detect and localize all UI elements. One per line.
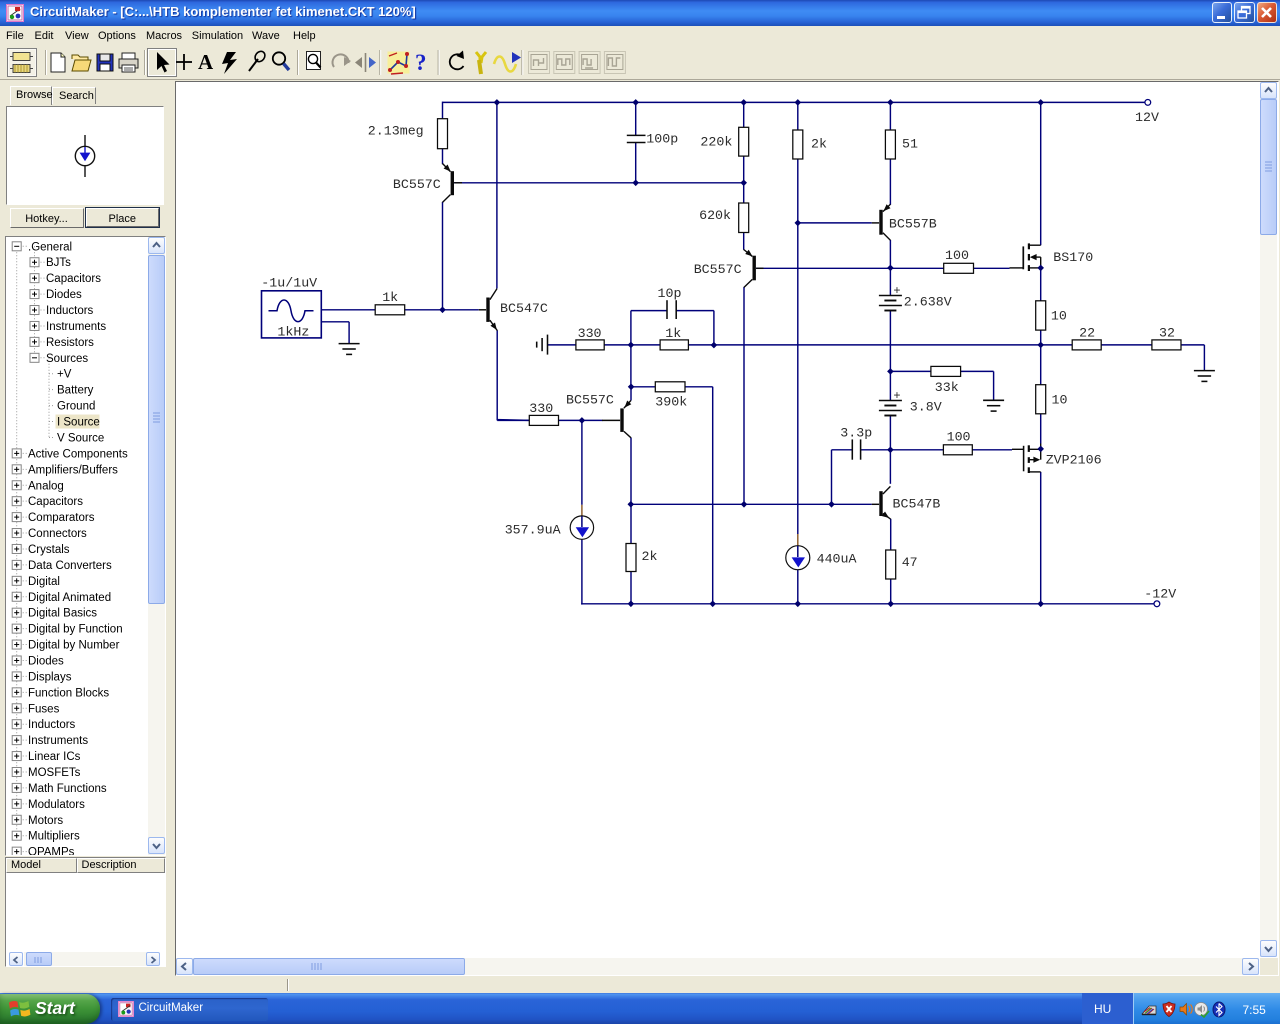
svg-text:Digital by Function: Digital by Function — [28, 623, 123, 635]
svg-text:V Source: V Source — [57, 432, 104, 444]
svg-text:1kHz: 1kHz — [277, 325, 309, 340]
svg-text:Digital Animated: Digital Animated — [28, 591, 111, 603]
svg-text:BC557C: BC557C — [694, 262, 742, 277]
svg-text:Diodes: Diodes — [28, 655, 64, 667]
svg-text:Connectors: Connectors — [28, 528, 87, 540]
svg-text:Crystals: Crystals — [28, 543, 70, 555]
svg-text:Amplifiers/Buffers: Amplifiers/Buffers — [28, 464, 118, 476]
svg-text:100: 100 — [945, 248, 969, 263]
svg-text:Resistors: Resistors — [46, 336, 94, 348]
svg-text:Instruments: Instruments — [46, 320, 106, 332]
svg-text:BC547B: BC547B — [893, 496, 941, 511]
svg-text:12V: 12V — [1135, 110, 1159, 125]
svg-text:357.9uA: 357.9uA — [505, 522, 561, 537]
svg-text:Displays: Displays — [28, 671, 72, 683]
svg-text:Linear ICs: Linear ICs — [28, 751, 81, 763]
svg-text:Data Converters: Data Converters — [28, 559, 112, 571]
svg-text:.General: .General — [28, 241, 72, 253]
svg-text:620k: 620k — [699, 208, 731, 223]
svg-text:Fuses: Fuses — [28, 703, 60, 715]
svg-text:Digital Basics: Digital Basics — [28, 607, 97, 619]
svg-text:Capacitors: Capacitors — [28, 496, 83, 508]
svg-text:Digital: Digital — [28, 575, 60, 587]
svg-text:2.13meg: 2.13meg — [368, 124, 424, 139]
svg-text:47: 47 — [902, 555, 918, 570]
svg-text:Sources: Sources — [46, 352, 88, 364]
svg-text:1k: 1k — [382, 290, 398, 305]
svg-text:100p: 100p — [646, 132, 678, 147]
svg-text:1k: 1k — [665, 326, 681, 341]
svg-text:Diodes: Diodes — [46, 289, 82, 301]
svg-text:330: 330 — [529, 401, 553, 416]
svg-text:10: 10 — [1051, 309, 1067, 324]
svg-text:BC557C: BC557C — [566, 392, 614, 407]
svg-text:BS170: BS170 — [1053, 250, 1093, 265]
svg-text:Modulators: Modulators — [28, 798, 85, 810]
svg-text:100: 100 — [947, 430, 971, 445]
svg-text:I Source: I Source — [57, 416, 100, 428]
svg-text:-1u/1uV: -1u/1uV — [261, 276, 317, 291]
svg-text:BC547C: BC547C — [500, 301, 548, 316]
svg-text:Multipliers: Multipliers — [28, 830, 80, 842]
svg-text:BJTs: BJTs — [46, 257, 71, 269]
svg-text:220k: 220k — [700, 135, 732, 150]
svg-text:Math Functions: Math Functions — [28, 782, 107, 794]
svg-text:2k: 2k — [811, 136, 827, 151]
svg-text:3.8V: 3.8V — [910, 400, 942, 415]
svg-text:Motors: Motors — [28, 814, 63, 826]
svg-text:2k: 2k — [642, 549, 658, 564]
svg-text:Comparators: Comparators — [28, 512, 95, 524]
svg-text:Ground: Ground — [57, 400, 95, 412]
svg-text:390k: 390k — [655, 394, 687, 409]
svg-text:Digital by Number: Digital by Number — [28, 639, 120, 651]
svg-text:3.3p: 3.3p — [840, 426, 872, 441]
svg-text:Inductors: Inductors — [28, 719, 76, 731]
svg-text:Instruments: Instruments — [28, 735, 88, 747]
svg-text:+: + — [893, 284, 900, 298]
svg-text:MOSFETs: MOSFETs — [28, 766, 81, 778]
svg-text:+V: +V — [57, 368, 72, 380]
svg-text:Battery: Battery — [57, 384, 94, 396]
svg-text:Capacitors: Capacitors — [46, 273, 101, 285]
svg-text:OPAMPs: OPAMPs — [28, 846, 75, 854]
svg-text:ZVP2106: ZVP2106 — [1046, 452, 1102, 467]
svg-text:10p: 10p — [658, 286, 682, 301]
svg-text:33k: 33k — [935, 380, 959, 395]
svg-text:BC557C: BC557C — [393, 177, 441, 192]
svg-text:Analog: Analog — [28, 480, 64, 492]
svg-text:A: A — [198, 50, 214, 74]
svg-text:32: 32 — [1159, 326, 1175, 341]
svg-text:440uA: 440uA — [817, 552, 857, 567]
svg-text:Active Components: Active Components — [28, 448, 128, 460]
svg-text:10: 10 — [1052, 393, 1068, 408]
svg-text:BC557B: BC557B — [889, 217, 937, 232]
svg-text:22: 22 — [1079, 326, 1095, 341]
svg-text:+: + — [893, 389, 900, 403]
svg-text:Function Blocks: Function Blocks — [28, 687, 109, 699]
svg-text:51: 51 — [902, 136, 918, 151]
svg-text:-12V: -12V — [1144, 587, 1176, 602]
svg-text:Inductors: Inductors — [46, 305, 94, 317]
svg-text:?: ? — [415, 50, 427, 75]
svg-text:330: 330 — [578, 326, 602, 341]
svg-text:2.638V: 2.638V — [904, 295, 952, 310]
